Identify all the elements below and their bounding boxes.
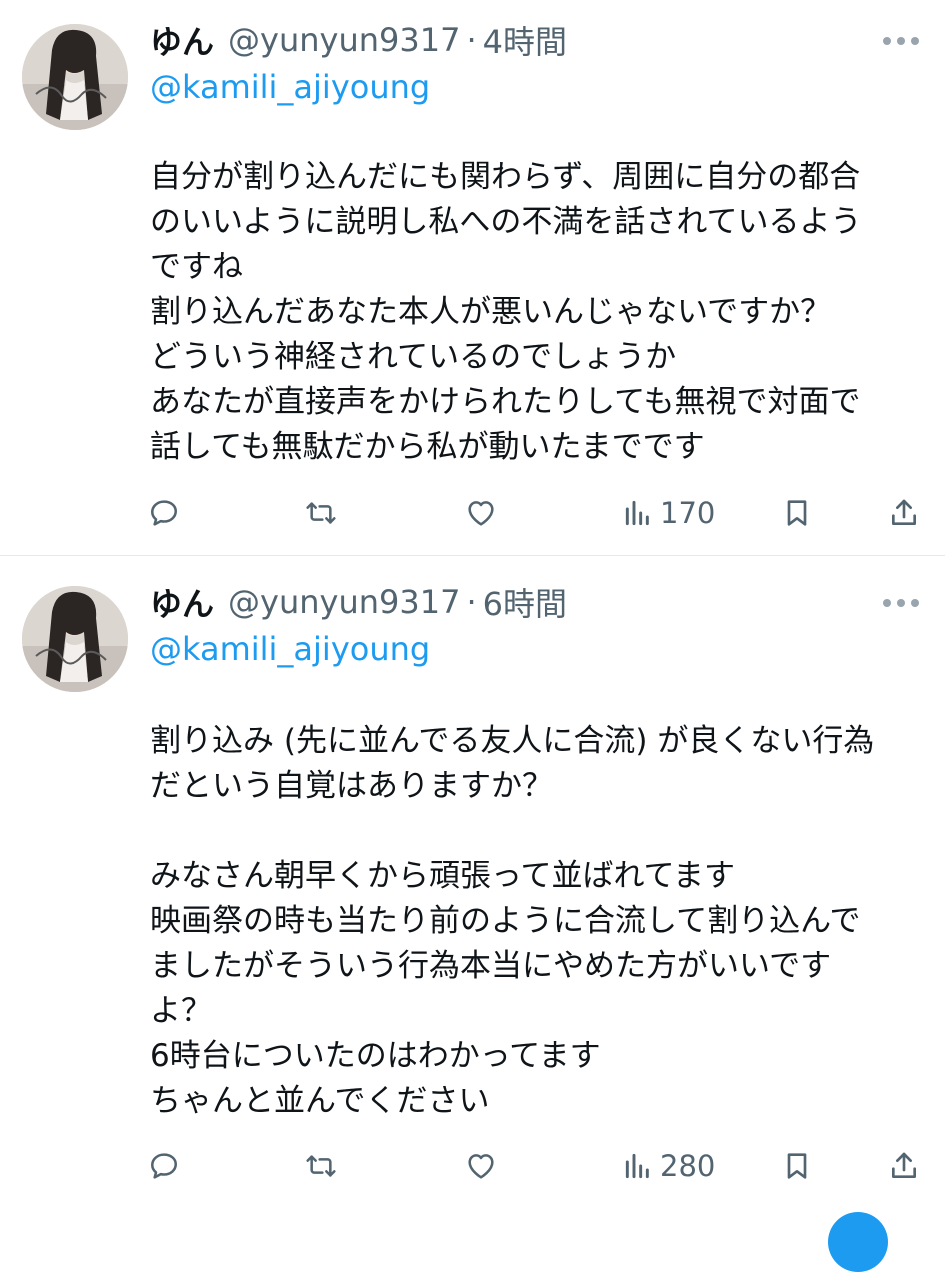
share-icon bbox=[892, 1152, 916, 1178]
tweet-text: 割り込み (先に並んでる友人に合流) が良くない行為 だという自覚はありますか？… bbox=[150, 719, 920, 1124]
reply-icon bbox=[151, 1153, 178, 1179]
bookmark-icon bbox=[787, 500, 807, 526]
compose-button[interactable] bbox=[828, 1212, 888, 1272]
avatar[interactable] bbox=[22, 586, 128, 692]
views-count: 280 bbox=[660, 1149, 716, 1183]
tweet-text: 自分が割り込んだにも関わらず、周囲に自分の都合 のいいように説明し私への不満を話… bbox=[150, 155, 920, 470]
views-button[interactable]: 280 bbox=[622, 1141, 715, 1191]
text-line: ですね bbox=[150, 249, 243, 285]
separator-dot: · bbox=[466, 583, 477, 621]
reply-to-mention[interactable]: @kamili_ajiyoung bbox=[150, 630, 430, 668]
reply-button[interactable] bbox=[148, 1141, 180, 1191]
tweet-header: ゆん @yunyun9317 · 4時間 bbox=[150, 18, 567, 62]
text-line: みなさん朝早くから頑張って並ばれてます bbox=[150, 858, 735, 894]
text-line: どういう神経されているのでしょうか bbox=[150, 339, 677, 375]
views-button[interactable]: 170 bbox=[622, 488, 715, 538]
bookmark-button[interactable] bbox=[781, 1141, 813, 1191]
views-count: 170 bbox=[660, 496, 716, 530]
avatar-photo bbox=[22, 586, 128, 692]
heart-icon bbox=[468, 501, 494, 526]
timestamp[interactable]: 6時間 bbox=[483, 579, 567, 625]
text-line: ちゃんと並んでください bbox=[150, 1083, 490, 1119]
retweet-button[interactable] bbox=[305, 488, 337, 538]
share-button[interactable] bbox=[888, 1141, 920, 1191]
bookmark-button[interactable] bbox=[781, 488, 813, 538]
text-line: 自分が割り込んだにも関わらず、周囲に自分の都合 bbox=[150, 159, 861, 195]
reply-to-mention[interactable]: @kamili_ajiyoung bbox=[150, 68, 430, 106]
action-bar: 170 bbox=[0, 488, 945, 538]
action-bar: 280 bbox=[0, 1141, 945, 1191]
bookmark-icon bbox=[787, 1153, 807, 1179]
more-button[interactable] bbox=[883, 35, 919, 47]
timestamp[interactable]: 4時間 bbox=[483, 17, 567, 63]
text-line: 割り込み (先に並んでる友人に合流) が良くない行為 bbox=[150, 723, 875, 759]
tweet[interactable]: ゆん @yunyun9317 · 6時間 @kamili_ajiyoung 割り… bbox=[0, 556, 945, 1220]
text-line: 6時台についたのはわかってます bbox=[150, 1038, 601, 1074]
text-line bbox=[150, 809, 920, 854]
display-name[interactable]: ゆん bbox=[150, 579, 214, 625]
separator-dot: · bbox=[466, 21, 477, 59]
reply-button[interactable] bbox=[148, 488, 180, 538]
views-chart-icon bbox=[625, 1153, 649, 1179]
text-line: だという自覚はありますか？ bbox=[150, 768, 553, 804]
views-chart-icon bbox=[625, 500, 649, 526]
avatar-photo bbox=[22, 24, 128, 130]
tweet[interactable]: ゆん @yunyun9317 · 4時間 @kamili_ajiyoung 自分… bbox=[0, 0, 945, 555]
more-dots-icon bbox=[883, 599, 891, 607]
avatar[interactable] bbox=[22, 24, 128, 130]
text-line: あなたが直接声をかけられたりしても無視で対面で bbox=[150, 384, 861, 420]
display-name[interactable]: ゆん bbox=[150, 17, 214, 63]
like-button[interactable] bbox=[465, 488, 497, 538]
tweet-header: ゆん @yunyun9317 · 6時間 bbox=[150, 580, 567, 624]
share-button[interactable] bbox=[888, 488, 920, 538]
retweet-icon bbox=[306, 1155, 336, 1177]
retweet-button[interactable] bbox=[305, 1141, 337, 1191]
share-icon bbox=[892, 499, 916, 525]
more-dots-icon bbox=[883, 37, 891, 45]
user-handle[interactable]: @yunyun9317 bbox=[228, 21, 460, 59]
like-button[interactable] bbox=[465, 1141, 497, 1191]
user-handle[interactable]: @yunyun9317 bbox=[228, 583, 460, 621]
heart-icon bbox=[468, 1154, 494, 1179]
text-line: ましたがそういう行為本当にやめた方がいいです bbox=[150, 948, 832, 984]
text-line: 映画祭の時も当たり前のように合流して割り込んで bbox=[150, 903, 861, 939]
retweet-icon bbox=[306, 502, 336, 524]
reply-icon bbox=[151, 500, 178, 526]
text-line: 話しても無駄だから私が動いたまでです bbox=[150, 429, 705, 465]
text-line: 割り込んだあなた本人が悪いんじゃないですか？ bbox=[150, 294, 832, 330]
more-button[interactable] bbox=[883, 597, 919, 609]
text-line: よ？ bbox=[150, 993, 212, 1029]
text-line: のいいように説明し私への不満を話されているよう bbox=[150, 204, 862, 240]
